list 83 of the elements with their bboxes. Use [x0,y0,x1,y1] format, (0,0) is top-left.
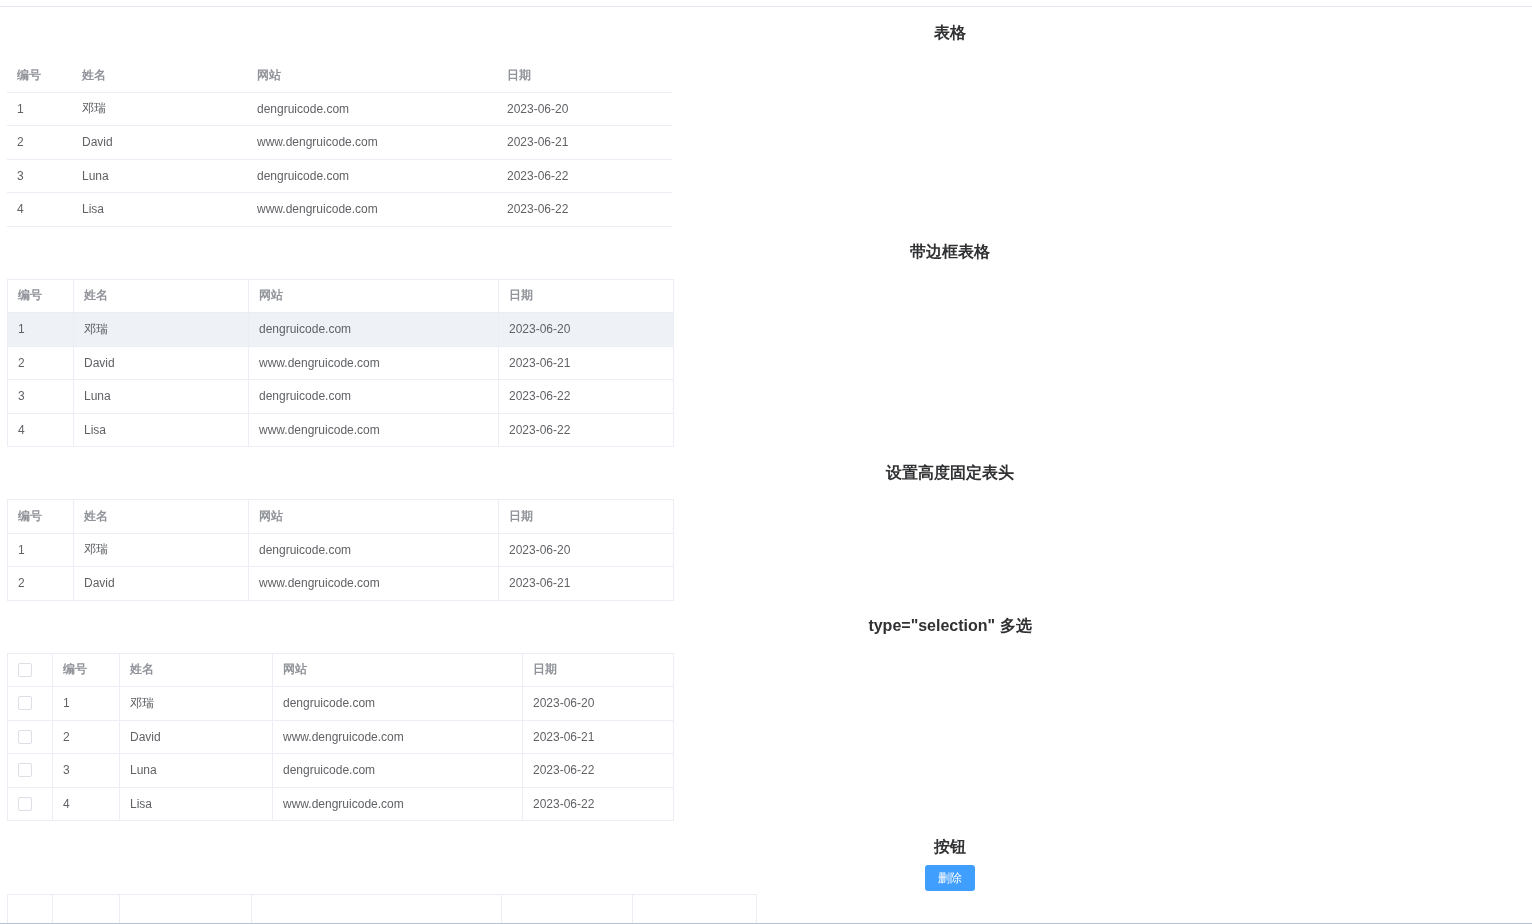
table-cell: 3 [52,754,119,787]
checkbox[interactable] [18,763,32,778]
table-cell-text: 3 [17,388,26,406]
table-cell-text: 2 [16,134,25,152]
table-cell-text: 1 [16,100,25,118]
table-cell-text: David [81,134,114,152]
section-title: type="selection" 多选 [868,616,1032,636]
table-cell: www.dengruicode.com [272,787,522,820]
table-cell-text: 4 [16,201,25,219]
delete-button[interactable]: 删除 [925,865,975,891]
table-cell-text: 邓瑞 [81,100,107,118]
table-cell: 邓瑞 [119,687,272,720]
table-cell-text: 2 [17,575,26,593]
column-header: 日期 [522,653,673,686]
checkbox[interactable] [18,796,32,811]
table-cell: David [73,346,248,379]
table-cell: 2023-06-22 [498,413,673,446]
table-cell-text: dengruicode.com [256,100,351,118]
table-cell: dengruicode.com [272,687,522,720]
section-title: 按钮 [934,836,966,857]
column-header: 日期 [498,500,673,533]
table-cell: 2023-06-21 [498,567,673,600]
table-cell: 2023-06-22 [522,787,673,820]
table-cell-text: Luna [81,167,110,185]
table-cell: David [73,567,248,600]
table-cell-text: 2 [17,354,26,372]
table-cell: 4 [52,787,119,820]
column-header: 日期 [506,66,532,84]
table-cell: 2023-06-20 [522,687,673,720]
table-cell: 2 [52,720,119,753]
column-header: 姓名 [73,500,248,533]
section-title: 表格 [934,22,966,43]
table-cell-text: www.dengruicode.com [256,134,379,152]
table-cell-text: 1 [17,541,26,559]
table-cell-text: Lisa [81,201,105,219]
column-header: 姓名 [73,279,248,312]
column-header: 编号 [16,66,42,84]
checkbox[interactable] [18,729,32,744]
column-header: 编号 [52,653,119,686]
table-cell-text: 2023-06-22 [506,201,570,219]
column-header: 网站 [256,66,282,84]
column-header: 姓名 [81,66,107,84]
table-cell: 2023-06-22 [522,754,673,787]
column-header: 网站 [248,279,498,312]
table-cell-text: 2023-06-21 [506,134,570,152]
column-header: 日期 [498,279,673,312]
checkbox[interactable] [18,662,32,677]
table-cell-text: 4 [17,421,26,439]
table-cell: Lisa [119,787,272,820]
table-cell-text: 1 [17,321,26,339]
table-cell: Luna [73,380,248,413]
table-cell: Luna [119,754,272,787]
column-header: 编号 [17,287,43,305]
table-cell-text: 3 [16,167,25,185]
table-cell: 2023-06-21 [498,346,673,379]
column-header: 编号 [17,507,43,525]
table-cell: www.dengruicode.com [248,567,498,600]
section-title: 设置高度固定表头 [886,462,1014,483]
section-title: 带边框表格 [910,242,990,262]
table-cell: 2023-06-20 [498,313,673,346]
table-cell: 邓瑞 [73,533,248,566]
checkbox[interactable] [18,696,32,711]
column-header: 网站 [272,653,522,686]
table-cell: 2023-06-20 [498,533,673,566]
table-cell: dengruicode.com [248,380,498,413]
table-cell: 邓瑞 [73,313,248,346]
table-cell-text: 2023-06-20 [506,100,570,118]
table-cell: 2023-06-22 [498,380,673,413]
table-cell: 1 [52,687,119,720]
table-cell: dengruicode.com [272,754,522,787]
table-cell-text: 2023-06-22 [506,167,570,185]
table-cell: www.dengruicode.com [248,413,498,446]
table-cell: Lisa [73,413,248,446]
table-cell: www.dengruicode.com [272,720,522,753]
table-cell-text: dengruicode.com [256,167,351,185]
column-header: 网站 [248,500,498,533]
table-cell-text: www.dengruicode.com [256,201,379,219]
table-cell: David [119,720,272,753]
table-cell: www.dengruicode.com [248,346,498,379]
table-cell: dengruicode.com [248,533,498,566]
column-header: 姓名 [119,653,272,686]
table-cell: 2023-06-21 [522,720,673,753]
table-cell: dengruicode.com [248,313,498,346]
